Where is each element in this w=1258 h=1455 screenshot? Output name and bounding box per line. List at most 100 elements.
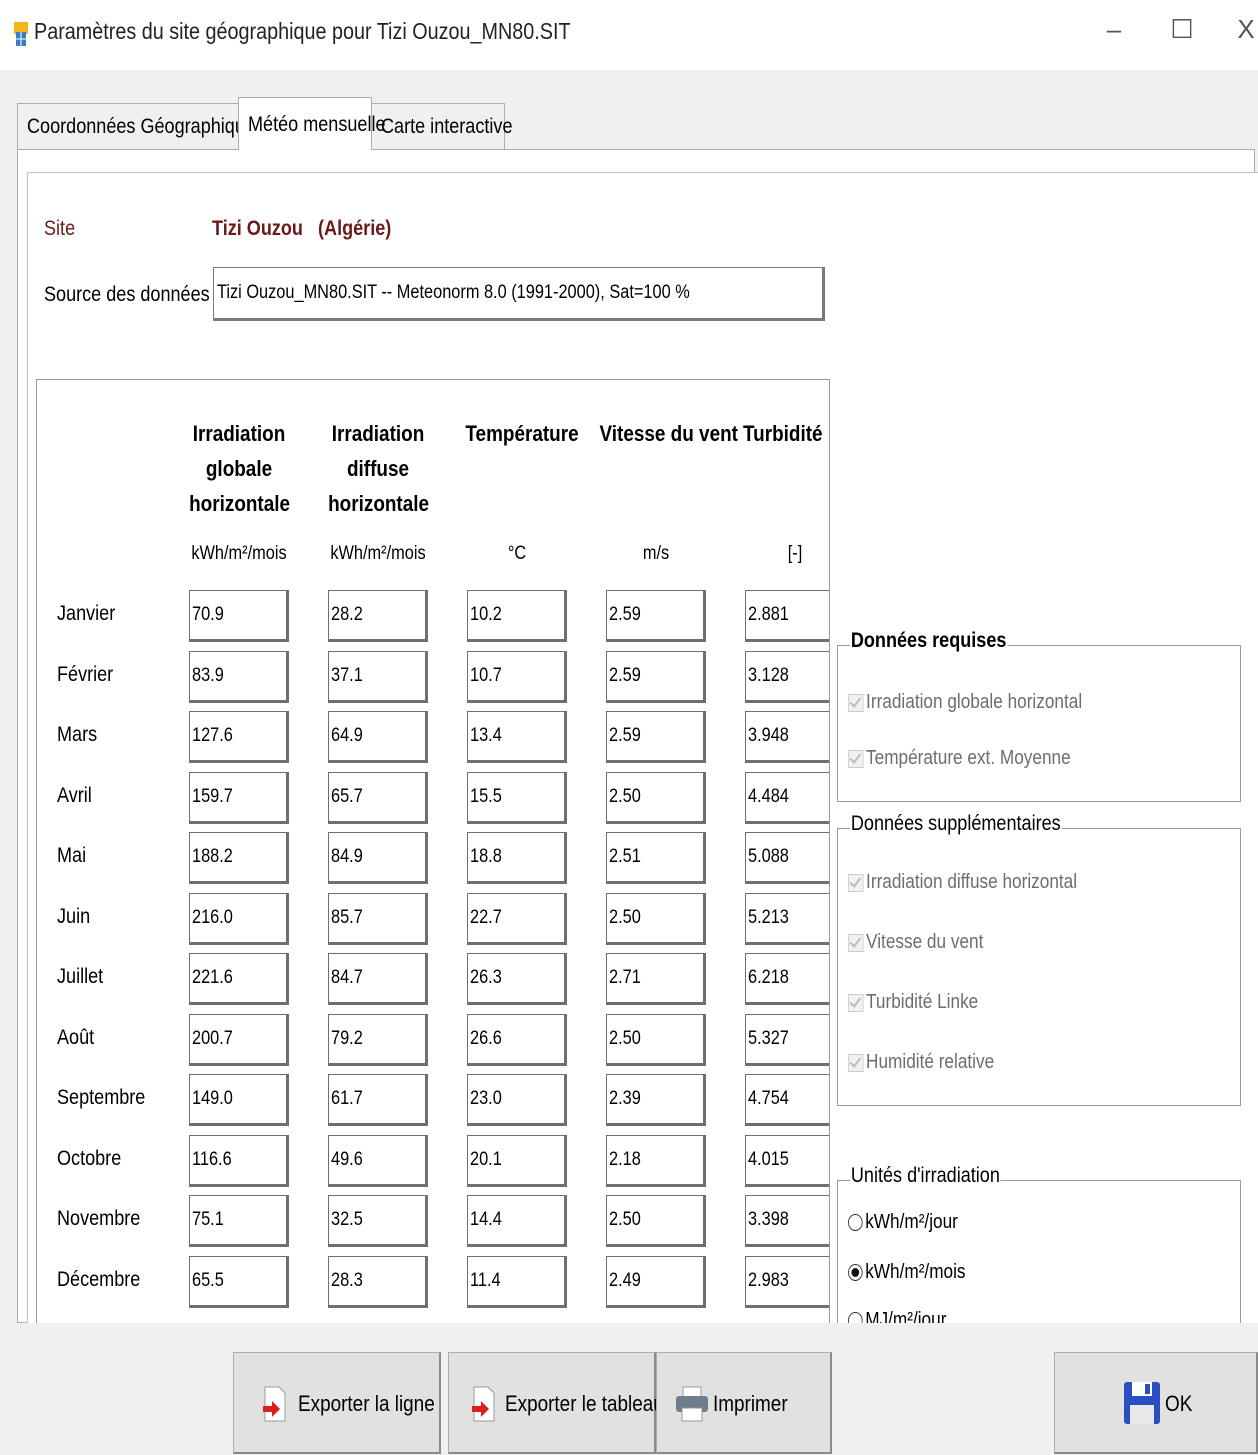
- table-cell-input[interactable]: 70.9: [189, 590, 289, 642]
- table-cell-input[interactable]: 14.4: [467, 1195, 567, 1247]
- close-button[interactable]: X: [1226, 14, 1258, 45]
- table-cell-input[interactable]: 15.5: [467, 771, 567, 824]
- cell-value: 64.9: [331, 725, 363, 746]
- radio-mj-m2-jour[interactable]: MJ/m²/jour: [848, 1309, 946, 1323]
- cell-value: 15.5: [470, 785, 502, 807]
- table-cell-input[interactable]: 65.5: [189, 1255, 289, 1308]
- table-cell-input[interactable]: 20.1: [467, 1134, 567, 1187]
- table-cell-input[interactable]: 3.948: [745, 711, 829, 763]
- table-cell-input[interactable]: 2.49: [606, 1255, 706, 1308]
- month-label: Mars: [57, 723, 98, 746]
- cell-value: 20.1: [470, 1148, 502, 1170]
- table-cell-input[interactable]: 28.3: [328, 1255, 428, 1308]
- tab-meteo-mensuelle[interactable]: Météo mensuelle: [238, 97, 386, 150]
- table-cell-input[interactable]: 2.50: [606, 771, 706, 824]
- table-cell-input[interactable]: 75.1: [189, 1195, 289, 1247]
- table-cell-input[interactable]: 85.7: [328, 892, 428, 945]
- table-cell-input[interactable]: 10.2: [467, 590, 567, 642]
- table-cell-input[interactable]: 5.327: [745, 1013, 829, 1066]
- table-cell-input[interactable]: 2.50: [606, 892, 706, 945]
- table-cell-input[interactable]: 2.51: [606, 832, 706, 884]
- table-cell-input[interactable]: 26.3: [467, 953, 567, 1005]
- table-cell-input[interactable]: 2.59: [606, 590, 706, 642]
- unit-temperature: °C: [507, 543, 527, 564]
- table-cell-input[interactable]: 188.2: [189, 832, 289, 884]
- ok-button[interactable]: OK: [1054, 1352, 1258, 1454]
- table-cell-input[interactable]: 2.18: [606, 1134, 706, 1187]
- table-cell-input[interactable]: 18.8: [467, 832, 567, 884]
- table-cell-input[interactable]: 23.0: [467, 1074, 567, 1126]
- table-cell-input[interactable]: 127.6: [189, 711, 289, 763]
- table-cell-input[interactable]: 37.1: [328, 650, 428, 703]
- site-label: Site: [44, 217, 76, 240]
- table-cell-input[interactable]: 22.7: [467, 892, 567, 945]
- ok-label: OK: [1165, 1391, 1193, 1416]
- table-cell-input[interactable]: 2.59: [606, 711, 706, 763]
- cell-value: 5.088: [748, 846, 789, 867]
- table-cell-input[interactable]: 10.7: [467, 650, 567, 703]
- table-cell-input[interactable]: 64.9: [328, 711, 428, 763]
- table-cell-input[interactable]: 4.754: [745, 1074, 829, 1126]
- table-cell-input[interactable]: 4.484: [745, 771, 829, 824]
- table-cell-input[interactable]: 26.6: [467, 1013, 567, 1066]
- radio-kwh-m2-mois[interactable]: kWh/m²/mois: [848, 1261, 966, 1284]
- table-cell-input[interactable]: 116.6: [189, 1134, 289, 1187]
- source-field[interactable]: Tizi Ouzou_MN80.SIT -- Meteonorm 8.0 (19…: [213, 267, 825, 321]
- supplementary-data-group: Données supplémentaires Irradiation diff…: [837, 812, 1241, 1106]
- table-cell-input[interactable]: 61.7: [328, 1074, 428, 1126]
- table-cell-input[interactable]: 2.39: [606, 1074, 706, 1126]
- maximize-button[interactable]: ☐: [1162, 14, 1202, 45]
- table-cell-input[interactable]: 4.015: [745, 1134, 829, 1187]
- table-cell-input[interactable]: 159.7: [189, 771, 289, 824]
- table-cell-input[interactable]: 2.983: [745, 1255, 829, 1308]
- tab-carte-interactive[interactable]: Carte interactive: [371, 103, 512, 149]
- table-cell-input[interactable]: 6.218: [745, 953, 829, 1005]
- tab-coordonnees[interactable]: Coordonnées Géographiques: [17, 103, 264, 149]
- table-cell-input[interactable]: 149.0: [189, 1074, 289, 1126]
- table-cell-input[interactable]: 3.128: [745, 650, 829, 703]
- cell-value: 26.6: [470, 1027, 502, 1049]
- site-name: Tizi Ouzou (Algérie): [212, 217, 391, 241]
- radio-kwh-m2-jour[interactable]: kWh/m²/jour: [848, 1211, 958, 1234]
- table-cell-input[interactable]: 3.398: [745, 1195, 829, 1247]
- table-cell-input[interactable]: 5.213: [745, 892, 829, 945]
- irradiation-units-title: Unités d'irradiation: [850, 1164, 1001, 1188]
- radio-icon: [848, 1214, 863, 1232]
- table-cell-input[interactable]: 79.2: [328, 1013, 428, 1066]
- month-label: Février: [57, 662, 114, 686]
- cell-value: 28.3: [331, 1269, 363, 1291]
- table-cell-input[interactable]: 65.7: [328, 771, 428, 824]
- table-cell-input[interactable]: 200.7: [189, 1013, 289, 1066]
- checkbox-global-irradiation: Irradiation globale horizontal: [848, 691, 1082, 714]
- cell-value: 22.7: [470, 906, 502, 928]
- unit-global-irradiation: kWh/m²/mois: [191, 543, 287, 564]
- column-header-temperature: Température: [465, 421, 579, 446]
- table-cell-input[interactable]: 49.6: [328, 1134, 428, 1187]
- table-cell-input[interactable]: 2.59: [606, 650, 706, 703]
- table-cell-input[interactable]: 2.50: [606, 1013, 706, 1066]
- table-cell-input[interactable]: 221.6: [189, 953, 289, 1005]
- cell-value: 26.3: [470, 967, 502, 988]
- table-cell-input[interactable]: 28.2: [328, 590, 428, 642]
- table-cell-input[interactable]: 83.9: [189, 650, 289, 703]
- meteo-panel: Site Tizi Ouzou (Algérie) Source des don…: [27, 172, 1258, 1323]
- table-cell-input[interactable]: 2.71: [606, 953, 706, 1005]
- table-cell-input[interactable]: 84.7: [328, 953, 428, 1005]
- cell-value: 2.71: [609, 967, 641, 988]
- table-cell-input[interactable]: 32.5: [328, 1195, 428, 1247]
- export-table-button[interactable]: Exporter le tableau: [448, 1352, 664, 1454]
- table-cell-input[interactable]: 216.0: [189, 892, 289, 945]
- cell-value: 188.2: [192, 846, 233, 867]
- table-cell-input[interactable]: 13.4: [467, 711, 567, 763]
- table-cell-input[interactable]: 5.088: [745, 832, 829, 884]
- table-cell-input[interactable]: 11.4: [467, 1255, 567, 1308]
- table-cell-input[interactable]: 2.50: [606, 1195, 706, 1247]
- cell-value: 2.51: [609, 846, 641, 867]
- export-line-button[interactable]: Exporter la ligne: [233, 1352, 441, 1454]
- table-cell-input[interactable]: 84.9: [328, 832, 428, 884]
- print-button[interactable]: Imprimer: [656, 1352, 832, 1454]
- unit-diffuse-irradiation: kWh/m²/mois: [330, 543, 426, 564]
- table-cell-input[interactable]: 2.881: [745, 590, 829, 642]
- cell-value: 65.7: [331, 785, 363, 807]
- minimize-button[interactable]: –: [1094, 14, 1134, 45]
